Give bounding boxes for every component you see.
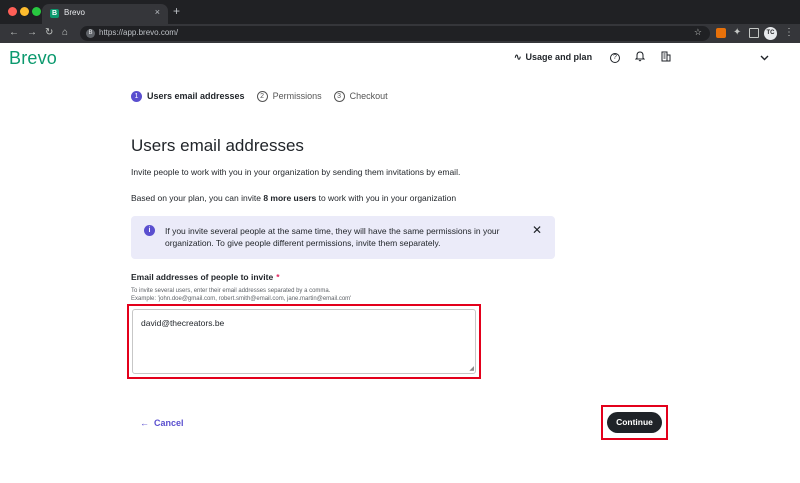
close-icon[interactable]: ✕ <box>532 224 542 236</box>
hint-example: Example: 'john.doe@gmail.com, robert.smi… <box>131 296 352 302</box>
window-zoom-button[interactable] <box>32 7 41 16</box>
profile-avatar[interactable]: TC <box>764 27 777 40</box>
address-bar[interactable]: B https://app.brevo.com/ ☆ <box>80 26 710 41</box>
browser-toolbar: ← → ↻ ⌂ B https://app.brevo.com/ ☆ ✦ TC … <box>0 24 800 43</box>
highlight-box-emails: david@thecreators.be ◢ <box>127 304 481 379</box>
brevo-logo[interactable]: Brevo <box>9 48 57 69</box>
side-panel-icon[interactable] <box>749 28 759 38</box>
email-field-hint: To invite several users, enter their ema… <box>131 287 431 303</box>
account-chevron-down-icon[interactable] <box>760 52 769 64</box>
reload-icon[interactable]: ↻ <box>45 26 53 40</box>
step-label: Checkout <box>349 91 388 101</box>
step-number: 1 <box>131 90 142 102</box>
required-mark: * <box>276 272 280 282</box>
organization-building-icon[interactable] <box>661 51 671 66</box>
email-field-label: Email addresses of people to invite * <box>131 272 280 282</box>
site-info-icon[interactable]: B <box>86 29 95 38</box>
back-icon[interactable]: ← <box>9 26 19 40</box>
activity-icon: ∿ <box>514 52 522 62</box>
email-addresses-textarea[interactable]: david@thecreators.be ◢ <box>132 309 476 374</box>
resize-handle-icon[interactable]: ◢ <box>469 366 474 372</box>
plan-prefix: Based on your plan, you can invite <box>131 193 264 203</box>
plan-suffix: to work with you in your organization <box>316 193 457 203</box>
step-number: 2 <box>256 90 268 102</box>
step-label: Permissions <box>272 91 322 101</box>
page-title: Users email addresses <box>131 136 304 155</box>
browser-tab-bar: B Brevo × + <box>0 0 800 24</box>
brevo-favicon-icon: B <box>50 9 59 18</box>
step-users-email-addresses: 1 Users email addresses <box>131 90 245 102</box>
hint-line: To invite several users, enter their ema… <box>131 288 331 294</box>
browser-tab[interactable]: B Brevo × <box>42 4 168 24</box>
browser-menu-icon[interactable]: ⋮ <box>784 27 794 39</box>
extension-icon[interactable] <box>716 28 726 38</box>
arrow-left-icon: ← <box>140 418 149 428</box>
progress-stepper: 1 Users email addresses 2 Permissions 3 … <box>131 89 400 103</box>
window-close-button[interactable] <box>8 7 17 16</box>
plan-highlight: 8 more users <box>263 193 317 203</box>
intro-text: Invite people to work with you in your o… <box>131 167 461 177</box>
highlight-box-continue: Continue <box>601 405 668 440</box>
notifications-bell-icon[interactable] <box>634 51 646 66</box>
cancel-label: Cancel <box>154 418 184 428</box>
step-label: Users email addresses <box>147 91 245 101</box>
tab-title: Brevo <box>64 8 85 17</box>
continue-button[interactable]: Continue <box>607 412 662 433</box>
usage-label: Usage and plan <box>525 52 593 62</box>
textarea-value[interactable]: david@thecreators.be <box>141 318 224 328</box>
home-icon[interactable]: ⌂ <box>62 26 68 40</box>
tab-close-icon[interactable]: × <box>155 7 160 17</box>
forward-icon[interactable]: → <box>27 26 37 40</box>
field-label-text: Email addresses of people to invite <box>131 272 274 282</box>
extensions-puzzle-icon[interactable]: ✦ <box>733 28 743 38</box>
cancel-button[interactable]: ← Cancel <box>140 418 184 428</box>
info-notice: i If you invite several people at the sa… <box>131 216 555 259</box>
window-minimize-button[interactable] <box>20 7 29 16</box>
usage-and-plan-link[interactable]: ∿ Usage and plan <box>514 52 592 63</box>
url-text[interactable]: https://app.brevo.com/ <box>99 28 178 37</box>
help-icon[interactable]: ? <box>610 53 620 63</box>
step-checkout: 3 Checkout <box>333 90 388 102</box>
app-header: Brevo ∿ Usage and plan ? <box>0 43 800 73</box>
bookmark-star-icon[interactable]: ☆ <box>694 27 702 38</box>
step-permissions: 2 Permissions <box>256 90 322 102</box>
notice-text: If you invite several people at the same… <box>165 226 500 248</box>
plan-info-text: Based on your plan, you can invite 8 mor… <box>131 193 456 203</box>
new-tab-button[interactable]: + <box>173 5 180 17</box>
step-number: 3 <box>333 90 345 102</box>
info-icon: i <box>144 225 155 236</box>
